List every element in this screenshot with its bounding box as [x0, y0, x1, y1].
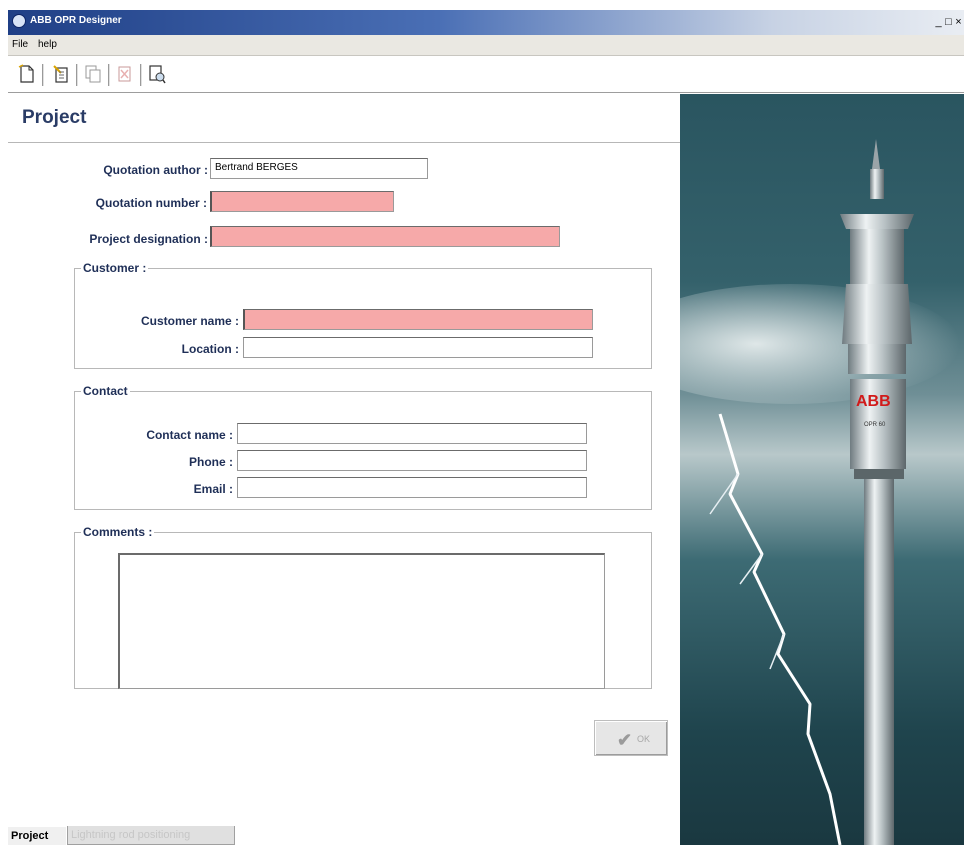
page-title: Project [22, 107, 87, 128]
comments-group-legend: Comments : [83, 525, 153, 539]
lightning-rod-illustration: ABB OPR 60 [680, 139, 960, 845]
app-icon [12, 14, 26, 28]
project-designation-label: Project designation : [89, 232, 208, 246]
title-bar: ABB OPR Designer _ □ × [8, 10, 964, 35]
contact-name-label: Contact name : [146, 428, 233, 442]
edit-icon[interactable] [52, 64, 70, 84]
checkmark-icon: ✔ [617, 730, 633, 750]
customer-name-label: Customer name : [140, 314, 239, 328]
quotation-number-field[interactable] [210, 191, 394, 212]
project-designation-field[interactable] [210, 226, 560, 247]
toolbar [8, 56, 964, 93]
phone-field[interactable] [237, 450, 587, 471]
phone-label: Phone : [189, 455, 233, 469]
quotation-author-label: Quotation author : [103, 163, 208, 177]
new-document-icon[interactable] [18, 64, 36, 84]
tab-project[interactable]: Project [8, 826, 66, 845]
toolbar-separator [108, 64, 110, 86]
toolbar-separator [140, 64, 142, 86]
tab-lightning-rod-positioning[interactable]: Lightning rod positioning [67, 826, 235, 845]
project-form-panel: Project Quotation author : Bertrand BERG… [8, 94, 680, 829]
product-image: ABB OPR 60 [680, 94, 964, 845]
email-field[interactable] [237, 477, 587, 498]
menu-bar: File help [8, 35, 964, 56]
window-controls: _ □ × [934, 16, 964, 28]
minimize-button[interactable]: _ [934, 16, 944, 28]
customer-name-field[interactable] [243, 309, 593, 330]
quotation-number-label: Quotation number : [95, 196, 207, 210]
product-label: OPR 60 [864, 422, 886, 428]
toolbar-separator [76, 64, 78, 86]
contact-group-legend: Contact [83, 384, 128, 398]
menu-help[interactable]: help [38, 39, 57, 50]
print-preview-icon[interactable] [148, 64, 166, 84]
form-header: Project [8, 94, 680, 143]
delete-icon[interactable] [116, 64, 134, 84]
contact-group: Contact Contact name : Phone : Email : [74, 384, 652, 510]
maximize-button[interactable]: □ [944, 16, 954, 28]
copy-icon[interactable] [84, 64, 102, 84]
quotation-author-field[interactable]: Bertrand BERGES [210, 158, 428, 179]
toolbar-separator [42, 64, 44, 86]
menu-file[interactable]: File [12, 39, 28, 50]
abb-logo: ABB [856, 393, 891, 410]
window-title: ABB OPR Designer [30, 15, 122, 26]
contact-name-field[interactable] [237, 423, 587, 444]
tab-bar: Project Lightning rod positioning [8, 826, 680, 845]
customer-group-legend: Customer : [83, 261, 147, 275]
comments-textarea[interactable] [118, 553, 605, 689]
customer-group: Customer : Customer name : Location : [74, 261, 652, 369]
email-label: Email : [193, 482, 233, 496]
location-field[interactable] [243, 337, 593, 358]
ok-button[interactable]: ✔ OK [594, 720, 668, 756]
location-label: Location : [181, 342, 239, 356]
close-button[interactable]: × [954, 16, 964, 28]
ok-button-label: OK [637, 734, 651, 744]
comments-group: Comments : [74, 525, 652, 689]
